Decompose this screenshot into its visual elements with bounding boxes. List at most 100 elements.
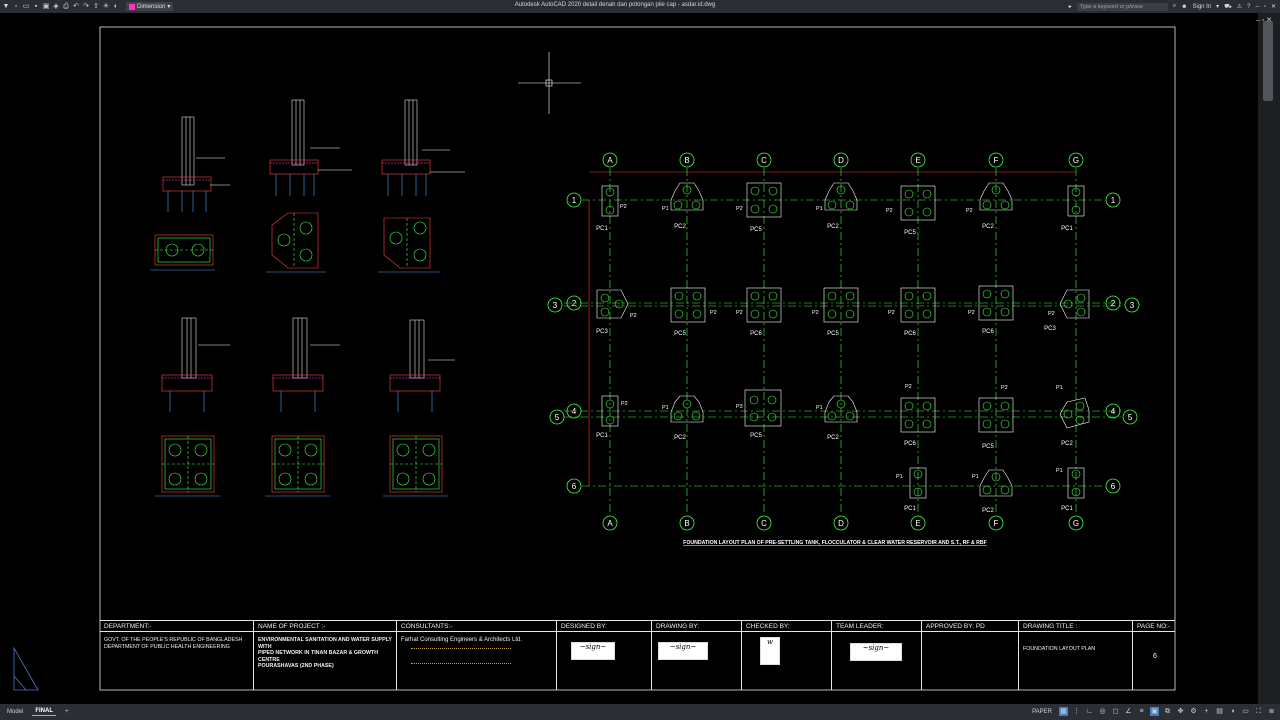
help-icon[interactable]: ? <box>1247 4 1250 10</box>
approved-by-cell: APPROVED BY: PD <box>921 620 1019 690</box>
pile-label: P1 <box>1056 385 1063 391</box>
plan-detail-4 <box>155 435 220 497</box>
clean-screen-icon[interactable]: ⛶ <box>1254 707 1263 716</box>
customize-icon[interactable]: ≣ <box>1267 707 1276 716</box>
foundation-layout-plan: A B C D E F G A B C D E F G 1 2 4 6 3 5 … <box>547 152 1140 546</box>
user-icon: ☻ <box>1181 3 1188 10</box>
viewport-controls[interactable]: – ▫ ✕ <box>1256 16 1272 24</box>
row-label-left-1: 1 <box>572 196 577 205</box>
pc-label: PC1 <box>1061 226 1073 232</box>
project-line-2: PIPED NETWORK IN TINAN BAZAR & GROWTH CE… <box>258 650 379 663</box>
transparency-icon[interactable]: ▣ <box>1150 707 1159 716</box>
pile-label: P2 <box>1048 311 1055 317</box>
drawing-by-cell: DRAWING BY: ~sign~ <box>651 620 742 690</box>
grid-icon[interactable]: ▦ <box>1059 707 1068 716</box>
selection-cycle-icon[interactable]: ⧉ <box>1163 707 1172 716</box>
pile-label: P2 <box>888 310 895 316</box>
pc-label: PC5 <box>982 444 994 450</box>
row-label-right-2: 2 <box>1111 299 1116 308</box>
department-line-1: GOVT. OF THE PEOPLE'S REPUBLIC OF BANGLA… <box>104 637 243 643</box>
close-icon[interactable]: ✕ <box>1271 3 1276 10</box>
project-body: ENVIRONMENTAL SANITATION AND WATER SUPPL… <box>258 637 397 670</box>
pc-label: PC5 <box>750 227 762 233</box>
section-detail-2 <box>269 99 352 196</box>
pc-label: PC5 <box>904 230 916 236</box>
pc-label: PC3 <box>1044 326 1056 332</box>
otrack-icon[interactable]: ∠ <box>1124 707 1133 716</box>
chevron-down-icon[interactable]: ▾ <box>1216 3 1219 10</box>
checker-signature: w <box>760 637 780 665</box>
cart-icon[interactable]: ⛟ <box>1224 3 1232 11</box>
plan-detail-3 <box>378 217 440 273</box>
pc-label: PC5 <box>750 433 762 439</box>
add-layout-button[interactable]: + <box>62 708 72 716</box>
pc-label: PC1 <box>596 226 608 232</box>
pc-label: PC2 <box>827 435 839 441</box>
title-bar: ▼ ▫ ▭ ▪ ▣ ◈ ⎙ ↶ ↷ ⇪ ☀ ◐ Dimension ▾ Auto… <box>0 0 1280 13</box>
department-heading: DEPARTMENT:- <box>104 623 152 630</box>
col-label-top-b: B <box>684 156 689 165</box>
search-icon[interactable]: ⌕ <box>1173 3 1176 10</box>
search-arrow-icon[interactable]: ▸ <box>1069 3 1072 10</box>
drawing-title-heading: DRAWING TITLE : <box>1023 623 1078 630</box>
annotation-scale-icon[interactable]: ✥ <box>1176 707 1185 716</box>
pile-label: P2 <box>736 206 743 212</box>
scrollbar-thumb[interactable] <box>1263 21 1273 101</box>
col-label-bottom-a: A <box>607 519 613 528</box>
pc-label: PC2 <box>674 435 686 441</box>
tab-model[interactable]: Model <box>4 708 26 716</box>
row-label-left-4: 4 <box>572 407 577 416</box>
status-tools: PAPER ▦ ⋮ ∟ ◎ ◻ ∠ ≡ ▣ ⧉ ✥ ⚙ + ▤ ◑ ▭ ⛶ ≣ <box>1032 707 1276 716</box>
plan-detail-1 <box>150 234 215 271</box>
search-input[interactable]: Type a keyword or phrase <box>1076 2 1168 11</box>
pile-label: P1 <box>816 405 823 411</box>
pc-label: PC6 <box>904 441 916 447</box>
drawing-by-heading: DRAWING BY: <box>656 623 700 630</box>
snap-icon[interactable]: ⋮ <box>1072 707 1081 716</box>
row-label-left-3: 3 <box>553 301 558 310</box>
project-line-3: POURASHAVAS (2ND PHASE) <box>258 663 334 669</box>
ucs-icon <box>13 646 39 691</box>
pile-label: P1 <box>1056 468 1063 474</box>
pile-label: P2 <box>968 310 975 316</box>
minimize-icon[interactable]: – <box>1255 4 1258 10</box>
layout-drawing[interactable]: A B C D E F G A B C D E F G 1 2 4 6 3 5 … <box>0 13 1258 704</box>
title-bar-right: ▸ Type a keyword or phrase ⌕ ☻ Sign In ▾… <box>1069 2 1276 11</box>
annotation-monitor-icon[interactable]: + <box>1202 707 1211 716</box>
exchange-icon[interactable]: ⚠ <box>1237 3 1242 10</box>
team-leader-cell: TEAM LEADER: ~sign~ <box>831 620 922 690</box>
col-label-bottom-g: G <box>1073 519 1079 528</box>
team-leader-heading: TEAM LEADER: <box>836 623 884 630</box>
plan-detail-6 <box>383 435 448 497</box>
isolate-icon[interactable]: ◑ <box>1228 707 1237 716</box>
pile-label: P2 <box>620 204 627 210</box>
pile-label: P1 <box>662 405 669 411</box>
drawing-title-body: FOUNDATION LAYOUT PLAN <box>1023 646 1096 652</box>
pile-label: P2 <box>630 313 637 319</box>
pile-label: P2 <box>621 401 628 407</box>
pile-label: P2 <box>966 208 973 214</box>
pile-label: P2 <box>736 310 743 316</box>
lineweight-icon[interactable]: ≡ <box>1137 707 1146 716</box>
row-label-left-6: 6 <box>572 482 577 491</box>
vertical-scrollbar[interactable] <box>1258 13 1280 704</box>
pile-label: P2 <box>905 384 912 390</box>
paper-space-toggle[interactable]: PAPER <box>1032 709 1052 715</box>
checked-by-heading: CHECKED BY: <box>746 623 790 630</box>
ortho-icon[interactable]: ∟ <box>1085 707 1094 716</box>
pc-label: PC1 <box>904 506 916 512</box>
row-label-right-5: 5 <box>1128 413 1133 422</box>
maximize-icon[interactable]: ▫ <box>1264 4 1266 10</box>
col-label-top-d: D <box>838 156 844 165</box>
page-no-cell: PAGE NO:- 6 <box>1132 620 1176 690</box>
hardware-accel-icon[interactable]: ▭ <box>1241 707 1250 716</box>
sign-in-button[interactable]: Sign In <box>1192 4 1211 10</box>
section-detail-4 <box>161 317 230 412</box>
polar-icon[interactable]: ◎ <box>1098 707 1107 716</box>
osnap-icon[interactable]: ◻ <box>1111 707 1120 716</box>
col-label-top-c: C <box>761 156 767 165</box>
workspace-icon[interactable]: ⚙ <box>1189 707 1198 716</box>
pc-label: PC2 <box>982 224 994 230</box>
tab-final[interactable]: FINAL <box>32 707 57 716</box>
units-icon[interactable]: ▤ <box>1215 707 1224 716</box>
